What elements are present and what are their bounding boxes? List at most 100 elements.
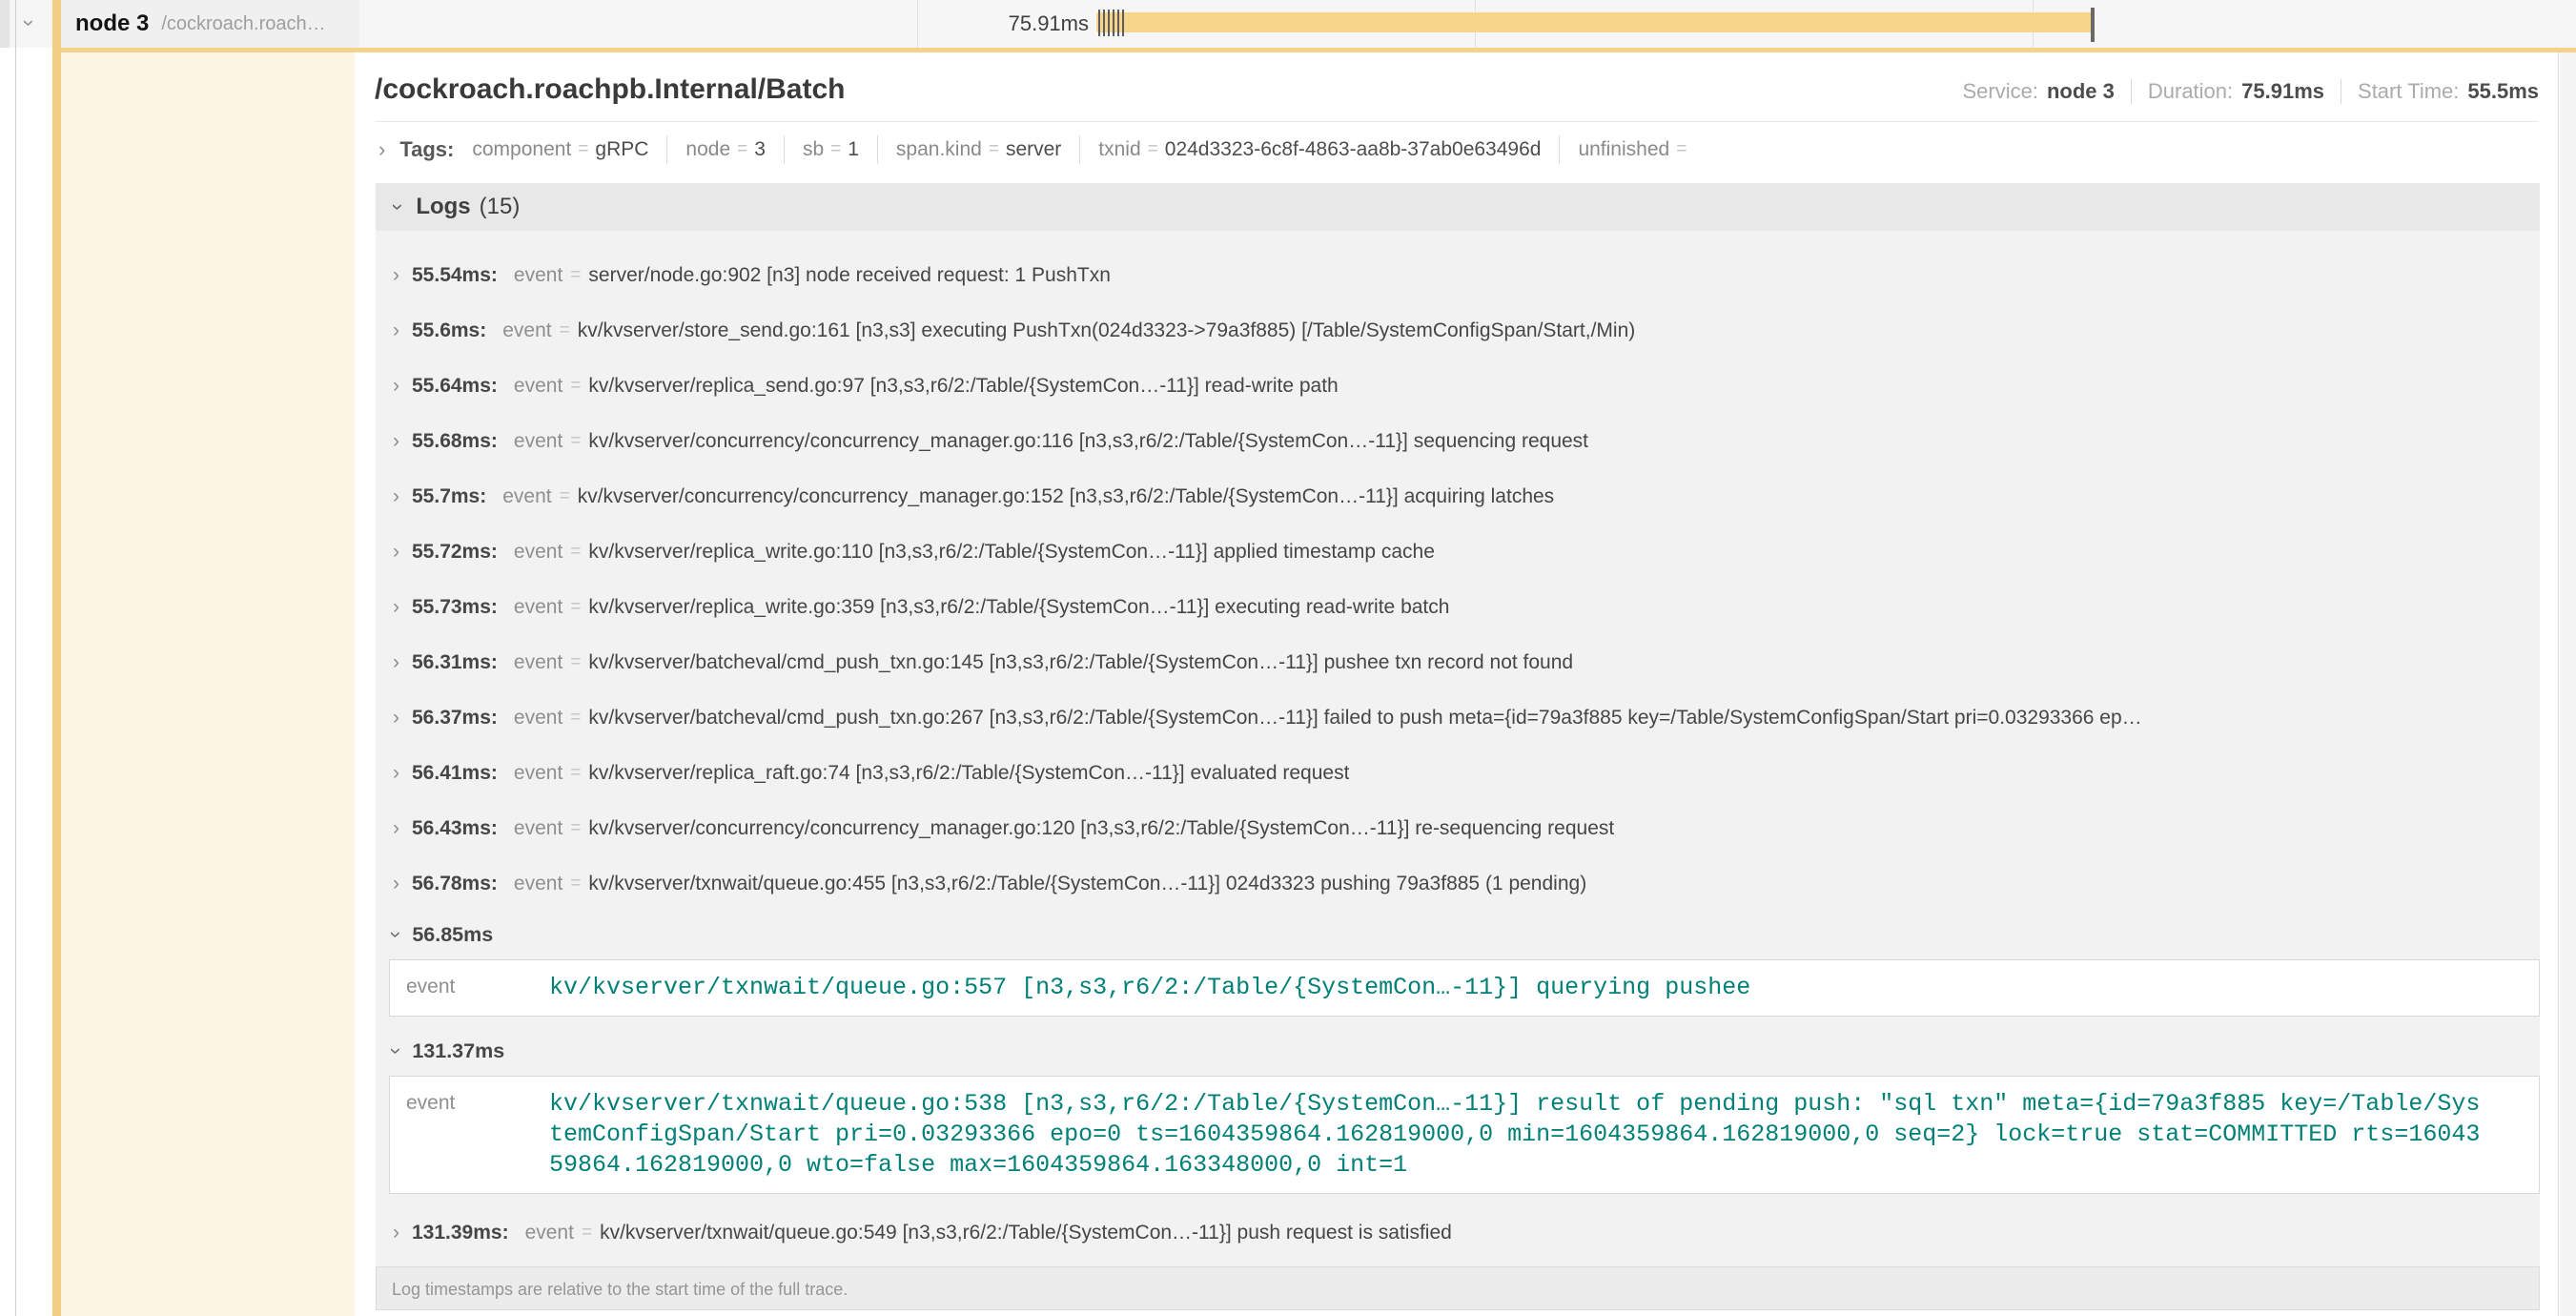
log-field: event [514,707,562,730]
log-value: kv/kvserver/replica_write.go:110 [n3,s3,… [588,541,1435,564]
log-timestamp: 55.7ms: [412,485,486,508]
log-detail-box: event kv/kvserver/txnwait/queue.go:557 [… [389,959,2540,1017]
log-row[interactable]: 55.6ms: event = kv/kvserver/store_send.g… [376,303,2540,359]
log-timestamp: 55.6ms: [412,319,486,342]
chevron-right-icon [393,818,399,839]
equals-sign: = [570,818,581,839]
tag-value: 1 [848,138,859,161]
log-value: kv/kvserver/replica_send.go:97 [n3,s3,r6… [588,375,1338,398]
log-timestamp: 55.64ms: [412,375,498,398]
equals-sign: = [830,139,841,160]
logs-footer-note: Log timestamps are relative to the start… [376,1266,2540,1310]
log-row[interactable]: 56.43ms: event = kv/kvserver/concurrency… [376,801,2540,856]
log-row[interactable]: 55.68ms: event = kv/kvserver/concurrency… [376,414,2540,469]
span-duration-label: 75.91ms [893,11,1089,36]
chevron-right-icon [393,708,399,729]
span-name-cell[interactable]: node 3 /cockroach.roach… [52,0,359,48]
log-field: event [514,817,562,840]
log-timestamp: 55.54ms: [412,264,498,287]
chevron-down-icon [386,1047,407,1054]
span-service-name: node 3 [75,10,149,37]
log-row[interactable]: 56.41ms: event = kv/kvserver/replica_raf… [376,746,2540,801]
log-timestamp: 56.31ms: [412,651,498,674]
log-value: kv/kvserver/store_send.go:161 [n3,s3] ex… [578,319,1636,342]
logs-count: (15) [480,194,521,220]
span-detail-panel: /cockroach.roachpb.Internal/Batch Servic… [355,52,2559,1316]
span-timeline: 75.91ms [359,0,2576,48]
tag-item: unfinished = [1560,135,1711,164]
chevron-right-icon [393,763,399,784]
log-row-expanded-toggle[interactable]: 56.85ms [376,912,2540,957]
tag-item: component = gRPC [454,135,667,164]
equals-sign: = [578,139,588,160]
log-row[interactable]: 55.64ms: event = kv/kvserver/replica_sen… [376,359,2540,414]
equals-sign: = [570,597,581,618]
chevron-right-icon [393,1223,399,1244]
log-value-monospace: kv/kvserver/txnwait/queue.go:557 [n3,s3,… [549,973,2539,1003]
chevron-right-icon [393,652,399,673]
equals-sign: = [570,265,581,286]
log-field: event [502,485,551,508]
log-marker-tick [1108,10,1110,36]
equals-sign: = [570,376,581,397]
log-field: event [525,1222,574,1244]
log-value: kv/kvserver/txnwait/queue.go:549 [n3,s3,… [600,1222,1452,1244]
equals-sign: = [570,763,581,784]
span-operation-name: /cockroach.roach… [161,13,325,35]
tag-key: span.kind [896,138,982,161]
log-row[interactable]: 55.73ms: event = kv/kvserver/replica_wri… [376,580,2540,635]
collapse-children-icon[interactable] [19,19,40,26]
log-row[interactable]: 56.78ms: event = kv/kvserver/txnwait/que… [376,856,2540,912]
log-timestamp: 56.37ms: [412,707,498,730]
log-row[interactable]: 56.31ms: event = kv/kvserver/batcheval/c… [376,635,2540,690]
tag-item: span.kind = server [878,135,1080,164]
log-timestamp: 56.85ms [412,923,493,947]
tag-key: sb [803,138,824,161]
chevron-right-icon [393,376,399,397]
log-value: kv/kvserver/concurrency/concurrency_mana… [588,430,1588,453]
logs-section: Logs (15) 55.54ms: event = server/node.g… [376,183,2540,1310]
log-field: event [514,762,562,785]
log-row[interactable]: 55.7ms: event = kv/kvserver/concurrency/… [376,469,2540,524]
log-value: kv/kvserver/concurrency/concurrency_mana… [588,817,1614,840]
log-value-monospace: kv/kvserver/txnwait/queue.go:538 [n3,s3,… [549,1089,2539,1181]
log-row-expanded-toggle[interactable]: 131.37ms [376,1028,2540,1074]
log-marker-tick [1122,10,1124,36]
log-marker-tick [1098,10,1100,36]
tag-key: component [472,138,571,161]
logs-accordion-toggle[interactable]: Logs (15) [376,183,2540,231]
equals-sign: = [570,652,581,673]
log-row[interactable]: 55.54ms: event = server/node.go:902 [n3]… [376,248,2540,303]
chevron-right-icon [393,486,399,507]
chevron-down-icon [388,203,409,210]
logs-list: 55.54ms: event = server/node.go:902 [n3]… [376,231,2540,1310]
span-name-column-background[interactable] [61,52,355,1316]
tag-value: server [1006,138,1061,161]
log-value: kv/kvserver/replica_raft.go:74 [n3,s3,r6… [588,762,1349,785]
tag-key: unfinished [1578,138,1669,161]
meta-separator [2131,79,2132,104]
equals-sign: = [1148,139,1158,160]
tag-item: sb = 1 [785,135,878,164]
log-field: event [514,264,562,287]
log-timestamp: 56.41ms: [412,762,498,785]
log-timestamp: 131.39ms: [412,1222,509,1244]
duration-label: Duration: [2148,79,2233,104]
log-value: kv/kvserver/batcheval/cmd_push_txn.go:26… [588,707,2141,730]
log-row[interactable]: 131.39ms: event = kv/kvserver/txnwait/qu… [376,1205,2540,1261]
tag-item: txnid = 024d3323-6c8f-4863-aa8b-37ab0e63… [1080,135,1560,164]
equals-sign: = [737,139,747,160]
log-field: event [514,651,562,674]
log-row[interactable]: 56.37ms: event = kv/kvserver/batcheval/c… [376,690,2540,746]
span-duration-bar[interactable] [1096,12,2095,32]
span-meta: Service: node 3 Duration: 75.91ms Start … [1962,79,2539,104]
right-gutter [2560,52,2576,1316]
equals-sign: = [570,431,581,452]
tags-accordion-toggle[interactable]: Tags: component = gRPC node = 3 sb = 1 s… [355,122,2558,177]
log-marker-tick [1103,10,1105,36]
start-time-value: 55.5ms [2467,79,2539,104]
log-marker-tick [1113,10,1114,36]
chevron-right-icon [393,542,399,563]
log-row[interactable]: 55.72ms: event = kv/kvserver/replica_wri… [376,524,2540,580]
tags-label: Tags: [399,137,454,162]
